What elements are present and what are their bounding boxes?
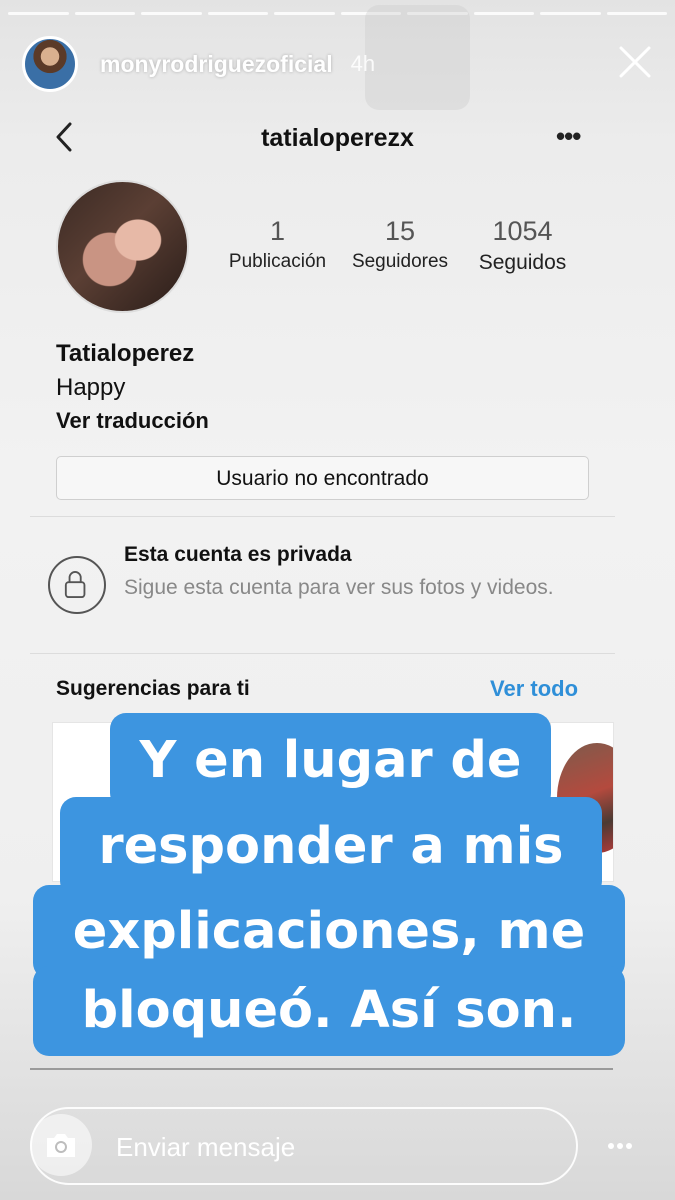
divider [30, 516, 615, 517]
more-icon[interactable]: ••• [556, 123, 586, 149]
progress-segment [8, 12, 69, 15]
story-viewer: monyrodriguezoficial 4h tatialoperezx ••… [0, 0, 675, 1200]
more-options-button[interactable] [608, 1136, 640, 1156]
private-account-title: Esta cuenta es privada [124, 543, 352, 566]
stat-value: 1054 [492, 216, 553, 246]
bio-text: Happy [56, 374, 126, 401]
progress-segment [207, 12, 268, 15]
progress-segment [141, 12, 202, 15]
story-progress [8, 12, 667, 16]
profile-picture [56, 180, 189, 313]
private-account-subtitle: Sigue esta cuenta para ver sus fotos y v… [124, 576, 554, 599]
stat-label: Publicación [228, 251, 327, 272]
lock-icon [48, 556, 106, 614]
story-timestamp: 4h [350, 51, 376, 76]
divider [30, 653, 615, 654]
camera-icon [47, 1134, 75, 1157]
stat-posts: 1 Publicación [215, 216, 340, 275]
divider [30, 1068, 613, 1070]
profile-stats: 1 Publicación 15 Seguidores 1054 Seguido… [215, 216, 595, 275]
stat-value: 15 [384, 216, 416, 246]
progress-segment [606, 12, 667, 15]
progress-segment [274, 12, 335, 15]
stat-value: 1 [269, 216, 286, 246]
caption-line: responder a mis [60, 797, 602, 897]
user-not-found-button: Usuario no encontrado [56, 456, 589, 500]
dot-icon [617, 1143, 623, 1149]
progress-segment [540, 12, 601, 15]
caption-line: explicaciones, me [33, 885, 625, 979]
stat-followers: 15 Seguidores [340, 216, 460, 275]
camera-button[interactable] [30, 1114, 92, 1176]
see-all-link: Ver todo [490, 676, 579, 701]
profile-bio: Tatialoperez Happy Ver traducción [56, 340, 209, 434]
progress-segment [74, 12, 135, 15]
close-button[interactable] [613, 40, 657, 84]
caption-line: Y en lugar de [110, 713, 551, 809]
dot-icon [608, 1143, 614, 1149]
profile-nav-bar: tatialoperezx ••• [0, 112, 675, 162]
stat-following: 1054 Seguidos [460, 216, 585, 275]
message-input[interactable] [30, 1107, 578, 1185]
stat-label: Seguidores [351, 251, 449, 272]
close-icon [619, 46, 651, 78]
translate-link: Ver traducción [56, 408, 209, 433]
story-header: monyrodriguezoficial 4h [22, 36, 657, 92]
message-placeholder: Enviar mensaje [116, 1132, 296, 1162]
progress-segment [473, 12, 534, 15]
dot-icon [626, 1143, 632, 1149]
suggestions-label: Sugerencias para ti [56, 677, 250, 700]
stat-label: Seguidos [478, 251, 567, 274]
story-username[interactable]: monyrodriguezoficial [100, 51, 333, 78]
caption-line: bloqueó. Así son. [33, 966, 625, 1056]
profile-name: Tatialoperez [56, 340, 195, 367]
avatar[interactable] [22, 36, 78, 92]
